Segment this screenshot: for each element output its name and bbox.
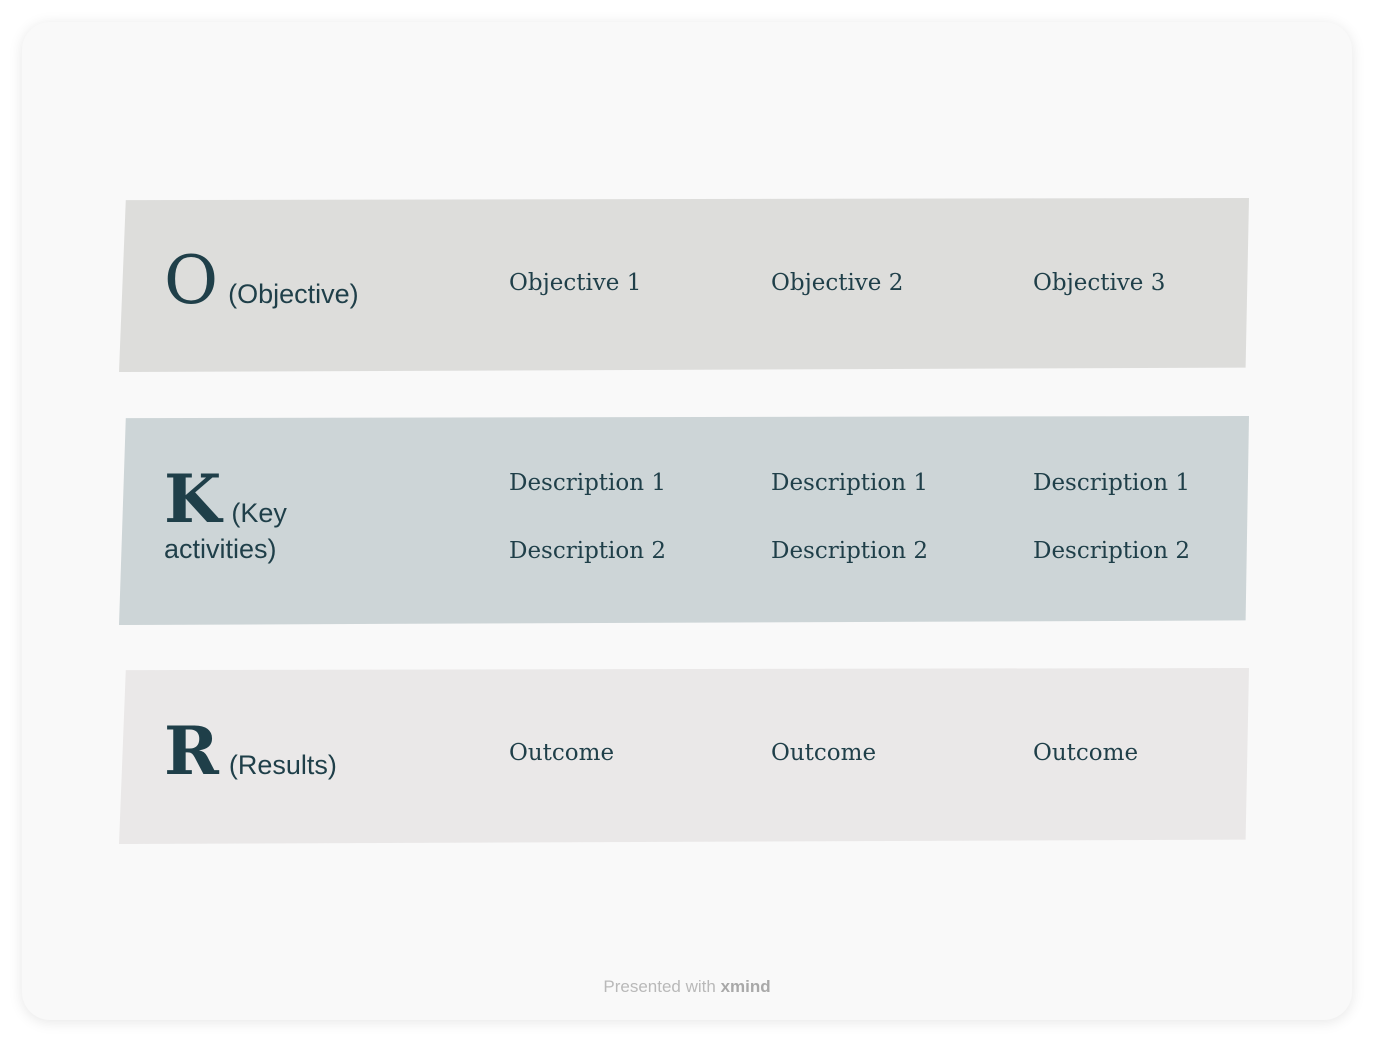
key-activity-col3-desc1[interactable]: Description 1 <box>1033 470 1190 496</box>
result-outcome-3[interactable]: Outcome <box>1033 740 1138 766</box>
xmind-brand[interactable]: xmind <box>721 977 771 996</box>
key-activity-col2-desc1[interactable]: Description 1 <box>771 470 928 496</box>
okr-canvas: O (Objective) Objective 1 Objective 2 Obj… <box>22 22 1352 1020</box>
key-activities-label-line1: (Key <box>231 498 287 528</box>
objective-header: O (Objective) <box>164 248 359 314</box>
key-activity-col2-desc2[interactable]: Description 2 <box>771 538 928 564</box>
objective-item-2[interactable]: Objective 2 <box>771 270 903 296</box>
key-activity-col1-desc1[interactable]: Description 1 <box>509 470 666 496</box>
key-activities-label-line2: activities) <box>164 534 277 564</box>
results-label: (Results) <box>228 750 337 780</box>
objective-row: O (Objective) Objective 1 Objective 2 Obj… <box>119 198 1249 372</box>
objective-label: (Objective) <box>228 279 359 309</box>
objective-item-3[interactable]: Objective 3 <box>1033 270 1165 296</box>
key-activity-col3-desc2[interactable]: Description 2 <box>1033 538 1190 564</box>
objective-item-1[interactable]: Objective 1 <box>509 270 641 296</box>
key-activities-header: K (Key activities) <box>164 466 364 565</box>
presented-with-footer: Presented with xmind <box>22 977 1352 997</box>
key-activity-col1-desc2[interactable]: Description 2 <box>509 538 666 564</box>
result-outcome-2[interactable]: Outcome <box>771 740 876 766</box>
results-letter: R <box>164 712 219 790</box>
key-activities-row: K (Key activities) Description 1 Descript… <box>119 416 1249 625</box>
key-activities-letter: K <box>164 460 222 538</box>
results-header: R (Results) <box>164 718 337 784</box>
objective-letter: O <box>164 242 219 319</box>
footer-prefix: Presented with <box>603 977 716 996</box>
results-row: R (Results) Outcome Outcome Outcome <box>119 668 1249 844</box>
result-outcome-1[interactable]: Outcome <box>509 740 614 766</box>
